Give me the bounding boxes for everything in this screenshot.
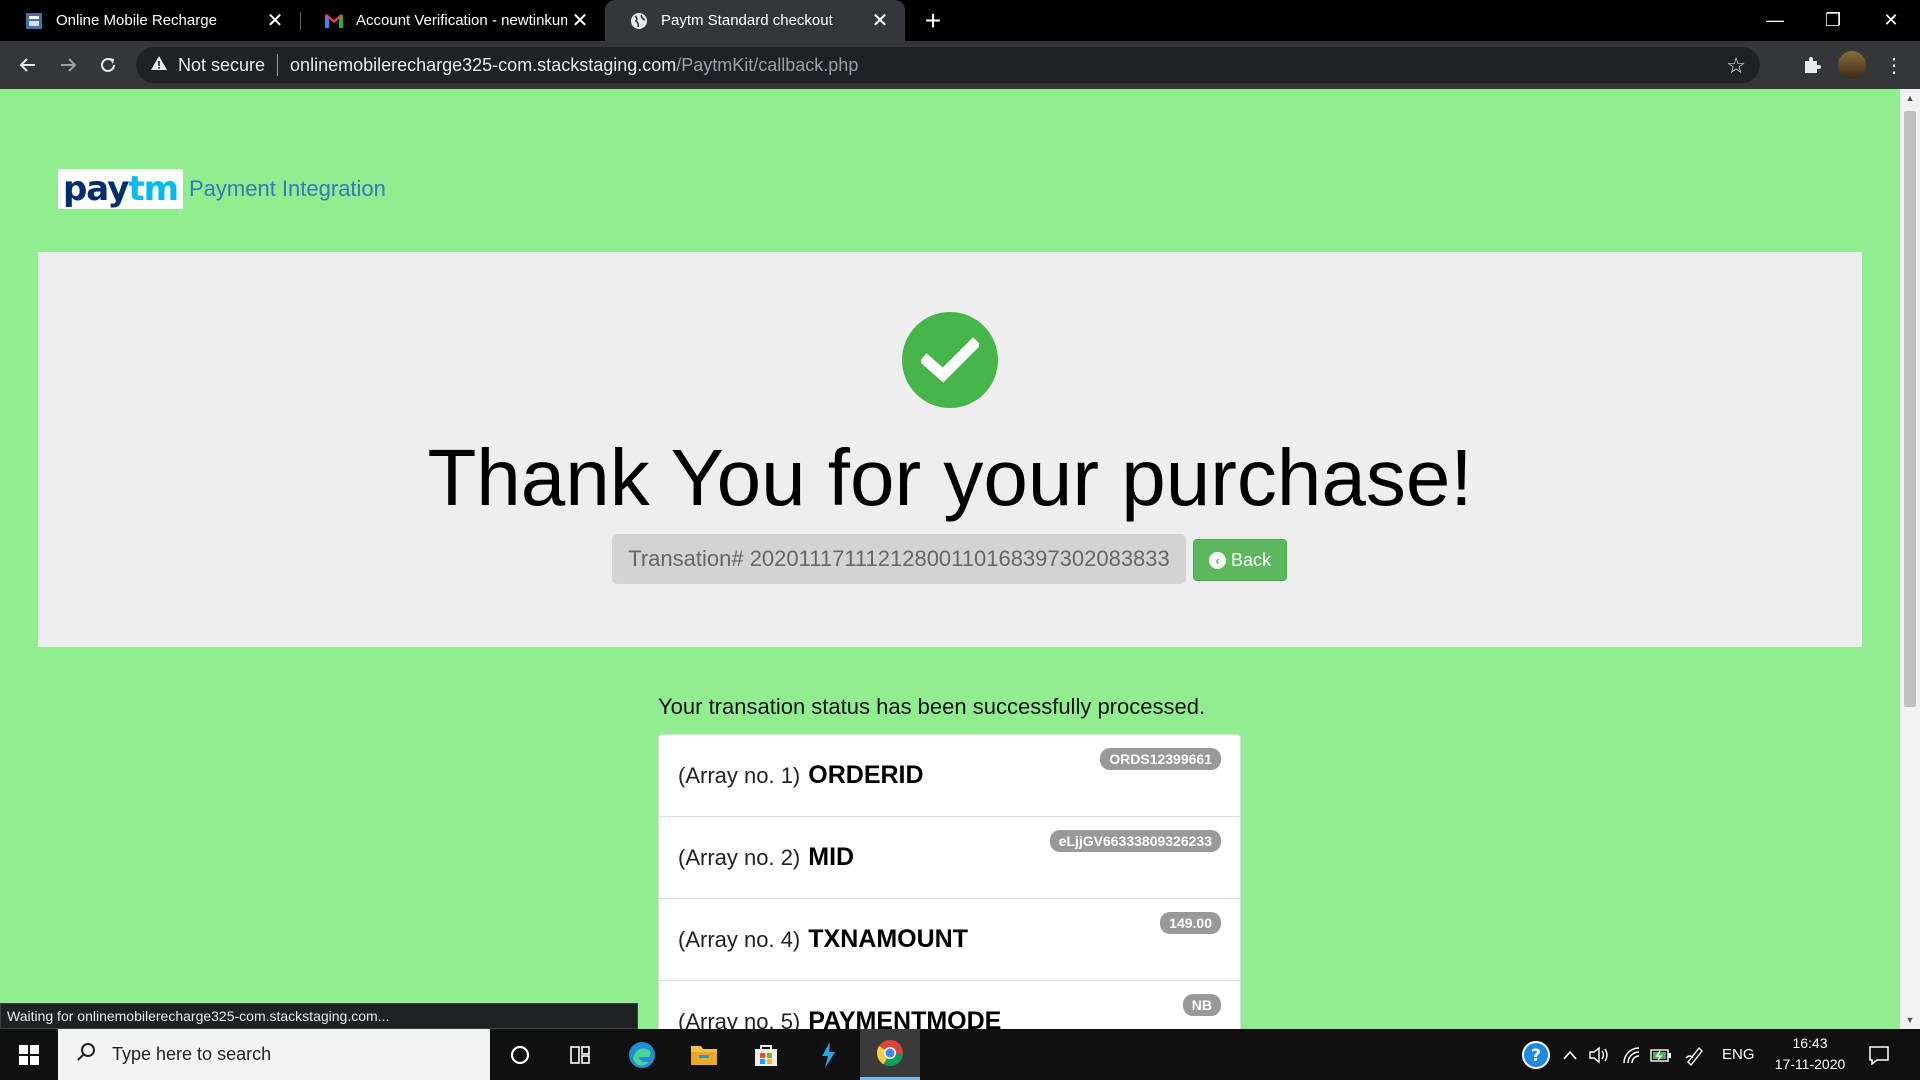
vscode-icon[interactable] [798, 1029, 858, 1080]
page-scrollbar[interactable]: ▲ ▼ [1900, 89, 1920, 1029]
tab-close-icon[interactable]: ✕ [262, 8, 288, 34]
loading-status-bar: Waiting for onlinemobilerecharge325-com.… [0, 1003, 638, 1029]
brand-label: Payment Integration [189, 176, 386, 201]
taskbar-search-input[interactable]: Type here to search [58, 1029, 490, 1080]
edge-browser-icon[interactable] [612, 1029, 672, 1080]
windows-taskbar: Type here to search ? ENG 16:43 17-11-20… [0, 1029, 1920, 1080]
site-favicon-icon [24, 11, 44, 31]
search-icon [76, 1042, 96, 1068]
not-secure-label[interactable]: Not secure [178, 55, 265, 76]
value-badge: eLjjGV66333809326233 [1049, 830, 1221, 852]
bookmark-star-icon[interactable]: ☆ [1726, 53, 1746, 79]
file-explorer-icon[interactable] [674, 1029, 734, 1080]
transaction-id: Transation# 2020111711121280011016839730… [612, 534, 1186, 584]
page-viewport: pay tm Payment Integration Thank You for … [0, 89, 1900, 1029]
extensions-puzzle-icon[interactable] [1798, 51, 1826, 79]
reload-icon[interactable] [92, 49, 124, 81]
warning-triangle-icon [150, 55, 170, 76]
profile-avatar[interactable] [1838, 51, 1866, 79]
value-badge: ORDS12399661 [1100, 748, 1221, 770]
notification-center-icon[interactable] [1864, 1041, 1894, 1069]
list-item: (Array no. 4) TXNAMOUNT 149.00 [659, 899, 1240, 981]
speaker-icon[interactable] [1588, 1029, 1610, 1080]
tab-online-mobile-recharge[interactable]: Online Mobile Recharge ✕ [0, 0, 300, 41]
url-domain: onlinemobilerecharge325-com.stackstaging… [290, 54, 677, 75]
scrollbar-thumb[interactable] [1904, 111, 1916, 707]
globe-icon [629, 11, 649, 31]
forward-arrow-icon[interactable] [52, 49, 84, 81]
address-bar[interactable]: Not secure onlinemobilerecharge325-com.s… [136, 47, 1760, 83]
scroll-down-arrow-icon[interactable]: ▼ [1900, 1011, 1920, 1029]
list-item: (Array no. 2) MID eLjjGV66333809326233 [659, 817, 1240, 899]
svg-text:?: ? [1531, 1046, 1541, 1066]
browser-toolbar: Not secure onlinemobilerecharge325-com.s… [0, 41, 1920, 89]
menu-kebab-icon[interactable]: ⋮ [1880, 51, 1908, 79]
new-tab-button[interactable]: + [918, 5, 948, 36]
tab-close-icon[interactable]: ✕ [867, 8, 893, 34]
thank-you-heading: Thank You for your purchase! [427, 433, 1473, 522]
success-check-icon [902, 312, 998, 408]
back-arrow-icon[interactable] [12, 49, 44, 81]
tab-paytm-standard-checkout[interactable]: Paytm Standard checkout ✕ [605, 0, 905, 41]
list-item: (Array no. 1) ORDERID ORDS12399661 [659, 735, 1240, 817]
value-badge: 149.00 [1160, 912, 1221, 934]
omnibox-divider [277, 54, 279, 76]
chevron-up-icon[interactable] [1562, 1029, 1578, 1080]
battery-charging-icon[interactable] [1650, 1029, 1672, 1080]
value-badge: NB [1182, 994, 1221, 1016]
close-window-button[interactable]: ✕ [1862, 0, 1920, 41]
language-indicator[interactable]: ENG [1722, 1029, 1755, 1080]
windows-start-icon[interactable] [0, 1029, 58, 1080]
gmail-icon [324, 11, 344, 31]
tab-strip: Online Mobile Recharge ✕ Account Verific… [0, 0, 1920, 41]
scroll-up-arrow-icon[interactable]: ▲ [1900, 89, 1920, 107]
back-button[interactable]: ‹ Back [1193, 539, 1287, 581]
tab-close-icon[interactable]: ✕ [567, 8, 593, 34]
list-item: (Array no. 5) PAYMENTMODE NB [659, 981, 1240, 1029]
minimize-window-button[interactable]: — [1746, 0, 1804, 41]
thank-you-panel: Thank You for your purchase! Transation#… [38, 252, 1862, 647]
microsoft-store-icon[interactable] [736, 1029, 796, 1080]
url-path: /PaytmKit/callback.php [676, 54, 859, 75]
tab-account-verification[interactable]: Account Verification - newtinkum ✕ [300, 0, 605, 41]
help-icon[interactable]: ? [1522, 1029, 1550, 1080]
task-view-icon[interactable] [550, 1029, 610, 1080]
chrome-icon[interactable] [860, 1029, 920, 1080]
paytm-logo: pay tm [58, 169, 183, 209]
cortana-circle-icon[interactable] [490, 1029, 550, 1080]
transaction-status-message: Your transation status has been successf… [658, 694, 1206, 719]
transaction-details-list: (Array no. 1) ORDERID ORDS12399661 (Arra… [658, 734, 1241, 1029]
brand-header[interactable]: pay tm Payment Integration [58, 169, 386, 209]
circle-arrow-left-icon: ‹ [1208, 551, 1226, 569]
pen-ink-icon[interactable] [1684, 1029, 1706, 1080]
restore-window-button[interactable]: ❐ [1804, 0, 1862, 41]
wifi-icon[interactable] [1622, 1029, 1644, 1080]
system-clock[interactable]: 16:43 17-11-2020 [1760, 1033, 1860, 1075]
